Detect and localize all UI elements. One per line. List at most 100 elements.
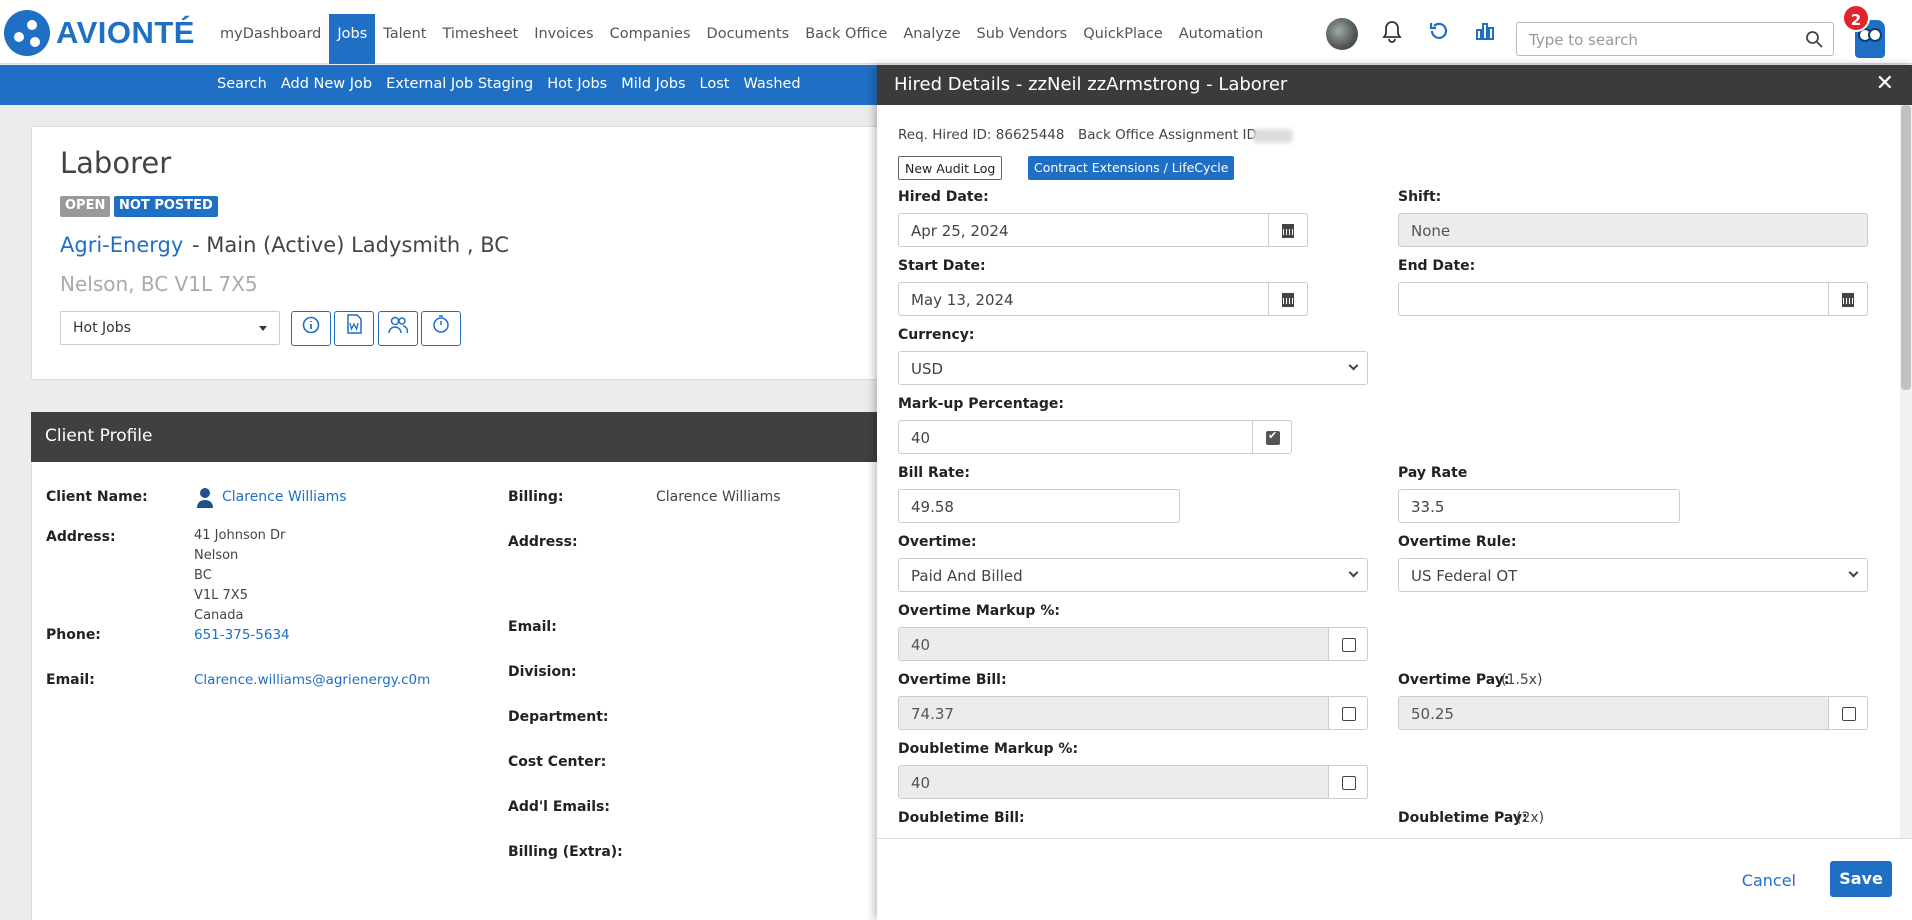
- address-label: Address:: [46, 529, 116, 545]
- word-document-button[interactable]: [334, 311, 374, 346]
- hired-details-panel: Hired Details - zzNeil zzArmstrong - Lab…: [877, 65, 1912, 920]
- ot-pay-label: Overtime Pay:: [1398, 672, 1510, 688]
- phone-link[interactable]: 651-375-5634: [194, 627, 290, 643]
- nav-documents[interactable]: Documents: [699, 14, 798, 64]
- billing-value: Clarence Williams: [656, 489, 781, 505]
- nav-invoices[interactable]: Invoices: [526, 14, 601, 64]
- phone-label: Phone:: [46, 627, 101, 643]
- subnav-mild-jobs[interactable]: Mild Jobs: [614, 76, 692, 92]
- refresh-icon[interactable]: [1425, 20, 1453, 48]
- calendar-icon[interactable]: [1268, 213, 1308, 247]
- currency-value: USD: [911, 360, 944, 378]
- address-line-5: Canada: [194, 608, 244, 623]
- billing-label: Billing:: [508, 489, 564, 505]
- aviante-logo[interactable]: AVIONTÉ: [4, 10, 195, 56]
- markup-label: Mark-up Percentage:: [898, 396, 1064, 412]
- job-list-value: Hot Jobs: [73, 320, 131, 336]
- nav-timesheet[interactable]: Timesheet: [434, 14, 526, 64]
- subnav-add-new-job[interactable]: Add New Job: [274, 76, 379, 92]
- end-date-field[interactable]: [1398, 282, 1868, 316]
- billing-extra-label: Billing (Extra):: [508, 844, 623, 860]
- nav-companies[interactable]: Companies: [602, 14, 699, 64]
- info-button[interactable]: [291, 311, 331, 346]
- subnav-external-job-staging[interactable]: External Job Staging: [379, 76, 540, 92]
- panel-scrollbar[interactable]: [1900, 105, 1912, 902]
- markup-field[interactable]: 40: [898, 420, 1292, 454]
- close-icon[interactable]: ✕: [1876, 71, 1894, 96]
- search-icon: [1806, 31, 1823, 48]
- job-list-select[interactable]: Hot Jobs: [60, 311, 280, 345]
- subnav-washed[interactable]: Washed: [736, 76, 807, 92]
- currency-select[interactable]: USD: [898, 351, 1368, 385]
- company-link[interactable]: Agri-Energy: [60, 233, 183, 257]
- nav-back-office[interactable]: Back Office: [797, 14, 895, 64]
- currency-label: Currency:: [898, 327, 975, 343]
- nav-automation[interactable]: Automation: [1171, 14, 1271, 64]
- address-line-3: BC: [194, 568, 212, 583]
- address-line-4: V1L 7X5: [194, 588, 248, 603]
- bill-rate-field[interactable]: 49.58: [898, 489, 1180, 523]
- word-doc-icon: [347, 314, 362, 334]
- dt-markup-field: 40: [898, 765, 1368, 799]
- nav-analyze[interactable]: Analyze: [895, 14, 968, 64]
- global-search-input[interactable]: Type to search: [1516, 22, 1834, 56]
- candidates-button[interactable]: [378, 311, 418, 346]
- client-profile-header: Client Profile: [31, 412, 891, 462]
- new-audit-log-button[interactable]: New Audit Log: [898, 156, 1003, 180]
- cancel-button[interactable]: Cancel: [1742, 871, 1796, 890]
- nav-talent[interactable]: Talent: [375, 14, 434, 64]
- status-badge-not-posted: NOT POSTED: [114, 196, 218, 217]
- start-date-value: May 13, 2024: [911, 291, 1014, 309]
- person-icon: [197, 488, 213, 508]
- markup-checkbox[interactable]: [1252, 420, 1292, 454]
- subnav-hot-jobs[interactable]: Hot Jobs: [540, 76, 614, 92]
- info-icon: [302, 316, 320, 334]
- ot-markup-value: 40: [911, 636, 931, 654]
- scrollbar-thumb[interactable]: [1901, 105, 1911, 390]
- search-placeholder: Type to search: [1529, 31, 1638, 49]
- overtime-rule-select[interactable]: US Federal OT: [1398, 558, 1868, 592]
- nav-sub-vendors[interactable]: Sub Vendors: [969, 14, 1076, 64]
- people-icon: [388, 316, 409, 334]
- pay-rate-field[interactable]: 33.5: [1398, 489, 1680, 523]
- dt-markup-value: 40: [911, 774, 931, 792]
- nav-quickplace[interactable]: QuickPlace: [1075, 14, 1171, 64]
- ot-bill-field: 74.37: [898, 696, 1368, 730]
- chevron-down-icon: [1348, 567, 1359, 578]
- stopwatch-button[interactable]: [421, 311, 461, 346]
- branch-label: - Main (Active) Ladysmith , BC: [192, 233, 509, 257]
- nav-mydashboard[interactable]: myDashboard: [212, 14, 329, 64]
- subnav-lost[interactable]: Lost: [693, 76, 737, 92]
- department-label: Department:: [508, 709, 609, 725]
- stopwatch-icon: [433, 315, 449, 333]
- logo-icon: [4, 10, 50, 56]
- contract-extensions-button[interactable]: Contract Extensions / LifeCycle: [1028, 156, 1235, 180]
- bell-icon[interactable]: [1378, 20, 1406, 48]
- hired-date-field[interactable]: Apr 25, 2024: [898, 213, 1308, 247]
- start-date-field[interactable]: May 13, 2024: [898, 282, 1308, 316]
- email-label: Email:: [46, 672, 95, 688]
- ot-pay-checkbox[interactable]: [1828, 696, 1868, 730]
- notification-count-badge: 2: [1842, 4, 1870, 32]
- user-avatar[interactable]: [1326, 18, 1358, 50]
- bill-rate-label: Bill Rate:: [898, 465, 970, 481]
- analytics-chart-icon[interactable]: [1471, 20, 1499, 48]
- overtime-select[interactable]: Paid And Billed: [898, 558, 1368, 592]
- end-date-label: End Date:: [1398, 258, 1476, 274]
- nav-jobs[interactable]: Jobs: [329, 14, 376, 64]
- bill-rate-value: 49.58: [911, 498, 954, 516]
- client-name-link[interactable]: Clarence Williams: [222, 489, 347, 505]
- email-link[interactable]: Clarence.williams@agrienergy.c0m: [194, 672, 430, 688]
- ot-markup-label: Overtime Markup %:: [898, 603, 1060, 619]
- dt-pay-label: Doubletime Pay:: [1398, 810, 1528, 826]
- dt-markup-checkbox[interactable]: [1328, 765, 1368, 799]
- markup-value: 40: [911, 429, 931, 447]
- ot-bill-checkbox[interactable]: [1328, 696, 1368, 730]
- calendar-icon[interactable]: [1268, 282, 1308, 316]
- calendar-icon[interactable]: [1828, 282, 1868, 316]
- job-title: Laborer: [60, 146, 172, 180]
- subnav-search[interactable]: Search: [210, 76, 274, 92]
- hired-date-label: Hired Date:: [898, 189, 989, 205]
- save-button[interactable]: Save: [1830, 861, 1892, 897]
- ot-markup-checkbox[interactable]: [1328, 627, 1368, 661]
